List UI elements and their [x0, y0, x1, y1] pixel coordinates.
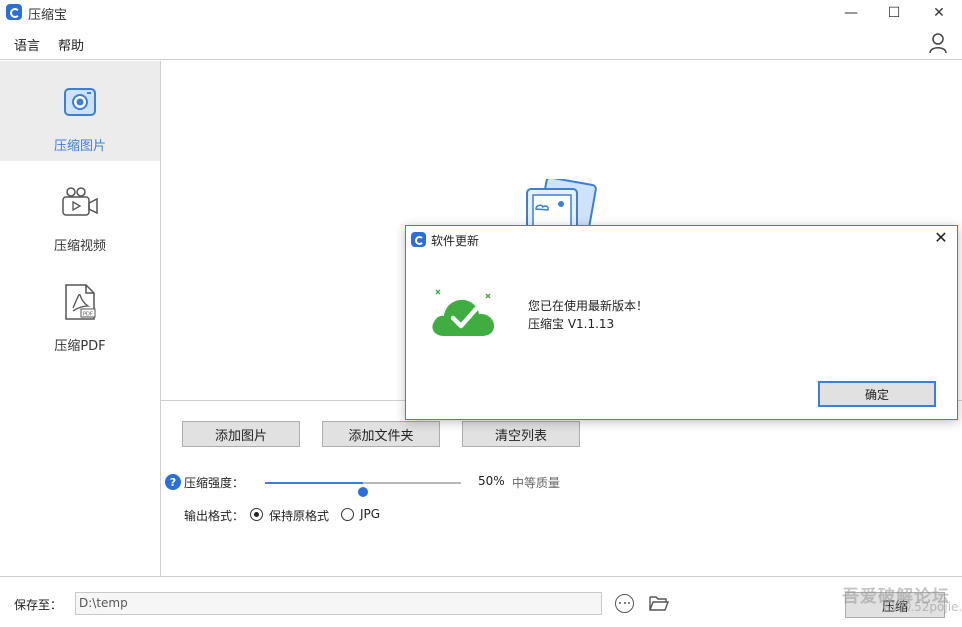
menu-language[interactable]: 语言 [14, 35, 40, 54]
compression-value: 50% [478, 474, 505, 488]
dialog-close-button[interactable]: ✕ [933, 230, 949, 246]
maximize-button[interactable]: ☐ [871, 0, 917, 26]
dialog-title: 软件更新 [431, 234, 480, 248]
pdf-file-icon: PDF [65, 284, 96, 320]
radio-keep-format[interactable] [250, 508, 263, 521]
radio-jpg-label[interactable]: JPG [360, 507, 380, 521]
app-logo-icon [6, 4, 22, 20]
window-title: 压缩宝 [28, 8, 68, 23]
menu-bar: 语言 帮助 [0, 26, 962, 60]
ok-button[interactable]: 确定 [818, 381, 936, 407]
more-options-icon[interactable] [615, 594, 634, 613]
close-button[interactable]: ✕ [916, 0, 962, 26]
sidebar-item-compress-image[interactable]: 压缩图片 [0, 61, 160, 161]
cloud-check-icon [432, 289, 494, 336]
svg-text:PDF: PDF [83, 312, 93, 318]
compress-button[interactable]: 压缩 [845, 592, 945, 618]
compression-strength-row: ? 压缩强度： 50% 中等质量 [165, 472, 585, 497]
sidebar-item-label: 压缩图片 [53, 139, 106, 154]
add-image-button[interactable]: 添加图片 [182, 421, 300, 447]
output-format-row: 输出格式： 保持原格式 JPG [184, 505, 484, 525]
update-dialog: 软件更新 ✕ 您已在使用最新版本！ 压缩宝 V1.1.13 确定 [405, 225, 958, 420]
sidebar-item-compress-video[interactable]: 压缩视频 [0, 161, 160, 261]
menu-help[interactable]: 帮助 [58, 35, 84, 54]
add-folder-button[interactable]: 添加文件夹 [322, 421, 440, 447]
minimize-button[interactable]: — [828, 0, 874, 26]
quality-text: 中等质量 [512, 476, 561, 490]
save-to-label: 保存至： [14, 598, 63, 612]
slider-fill [265, 482, 363, 484]
dialog-logo-icon [411, 232, 426, 247]
compression-slider[interactable] [265, 482, 461, 497]
compression-strength-label: 压缩强度： [184, 476, 245, 490]
sidebar: 压缩图片 压缩视频 PDF 压缩PDF [0, 61, 161, 576]
clear-list-button[interactable]: 清空列表 [462, 421, 580, 447]
radio-keep-format-label[interactable]: 保持原格式 [269, 507, 329, 524]
camera-icon [64, 88, 96, 116]
help-icon[interactable]: ? [165, 474, 181, 490]
user-icon[interactable] [928, 32, 948, 54]
bottom-bar: 保存至： D:\temp 压缩 [0, 576, 962, 627]
dialog-body: 您已在使用最新版本！ 压缩宝 V1.1.13 确定 [406, 253, 957, 419]
dialog-message: 您已在使用最新版本！ [528, 299, 649, 313]
open-folder-icon[interactable] [649, 594, 669, 612]
radio-jpg[interactable] [341, 508, 354, 521]
sidebar-item-label: 压缩视频 [53, 239, 106, 254]
sidebar-item-compress-pdf[interactable]: PDF 压缩PDF [0, 261, 160, 361]
dialog-version: 压缩宝 V1.1.13 [528, 317, 615, 331]
sidebar-item-label: 压缩PDF [54, 339, 106, 354]
save-path-input[interactable]: D:\temp [75, 592, 602, 615]
video-camera-icon [62, 187, 98, 216]
title-bar: 压缩宝 — ☐ ✕ [0, 0, 962, 26]
output-format-label: 输出格式： [184, 509, 245, 523]
slider-thumb[interactable] [358, 487, 368, 497]
